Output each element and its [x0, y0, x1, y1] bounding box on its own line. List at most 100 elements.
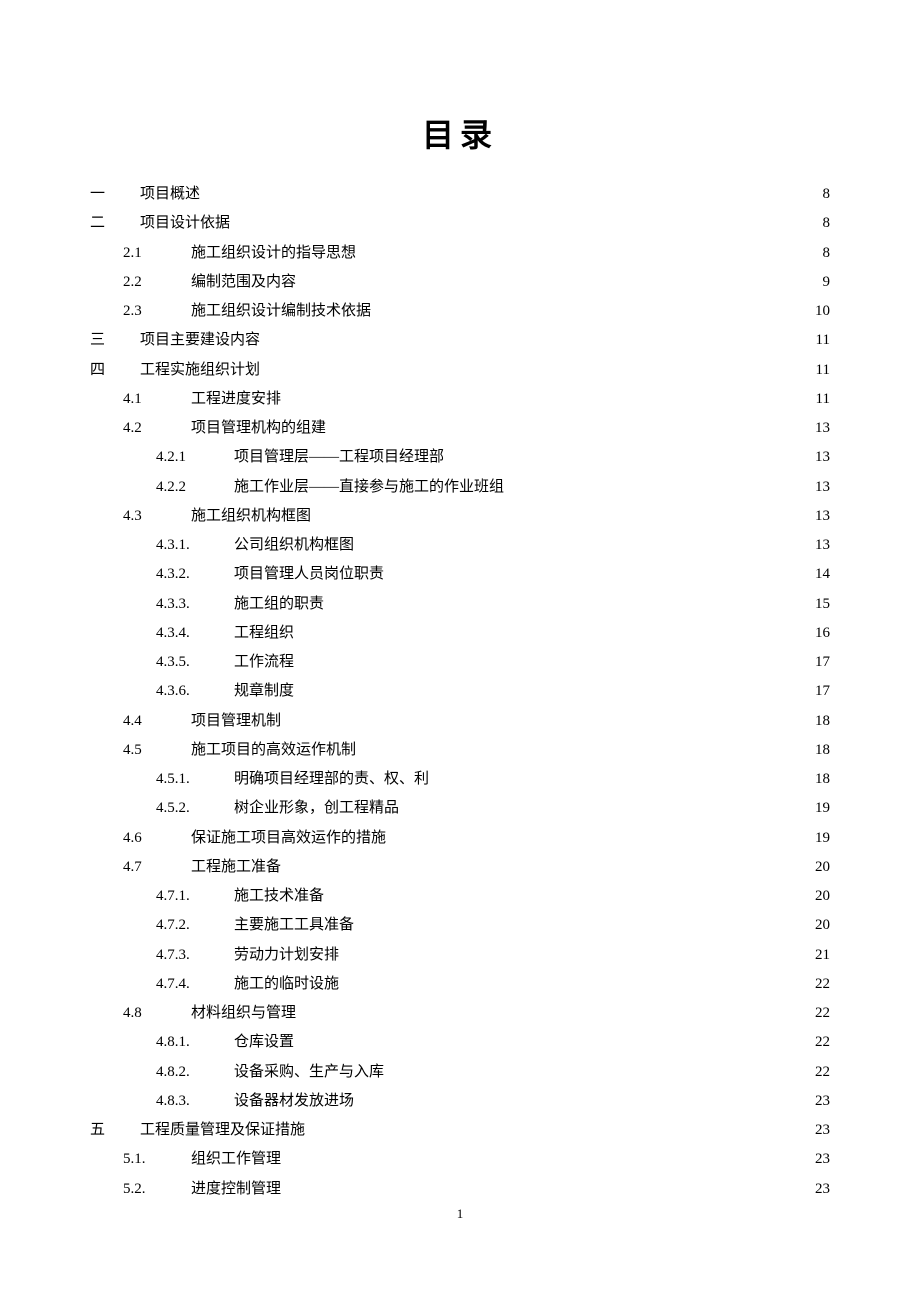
toc-entry[interactable]: 4.2.1项目管理层——工程项目经理部13	[90, 443, 830, 472]
toc-entry-label: 项目管理层——工程项目经理部	[234, 443, 444, 472]
toc-entry-number: 4.2.2	[156, 473, 234, 502]
toc-entry-number: 4.3.4.	[156, 619, 234, 648]
toc-list: 一项目概述8二项目设计依据82.1施工组织设计的指导思想82.2编制范围及内容9…	[90, 180, 830, 1204]
toc-entry-number: 4.8	[123, 999, 191, 1028]
toc-entry-label: 工程质量管理及保证措施	[140, 1116, 305, 1145]
toc-entry[interactable]: 4.7.4.施工的临时设施22	[90, 970, 830, 999]
toc-entry-page: 20	[811, 882, 830, 911]
toc-leader-dots	[328, 885, 807, 900]
page-number: 1	[0, 1206, 920, 1222]
toc-entry-number: 4.1	[123, 385, 191, 414]
toc-entry[interactable]: 2.3施工组织设计编制技术依据10	[90, 297, 830, 326]
toc-entry[interactable]: 4.7工程施工准备 20	[90, 853, 830, 882]
toc-entry-number: 4.7	[123, 853, 191, 882]
toc-entry[interactable]: 五工程质量管理及保证措施23	[90, 1116, 830, 1145]
toc-entry[interactable]: 二项目设计依据8	[90, 209, 830, 238]
toc-entry[interactable]: 4.5.1.明确项目经理部的责、权、利18	[90, 765, 830, 794]
toc-entry-page: 18	[811, 736, 830, 765]
toc-entry[interactable]: 4.3.4.工程组织16	[90, 619, 830, 648]
document-page: 目录 一项目概述8二项目设计依据82.1施工组织设计的指导思想82.2编制范围及…	[0, 0, 920, 1302]
toc-entry[interactable]: 4.8.2.设备采购、生产与入库22	[90, 1058, 830, 1087]
toc-entry[interactable]: 4.3.3.施工组的职责15	[90, 590, 830, 619]
toc-entry-label: 施工组织机构框图	[191, 502, 311, 531]
toc-entry[interactable]: 4.7.1.施工技术准备20	[90, 882, 830, 911]
toc-entry-number: 4.6	[123, 824, 191, 853]
toc-entry-page: 11	[812, 385, 830, 414]
toc-entry[interactable]: 四工程实施组织计划11	[90, 356, 830, 385]
toc-entry[interactable]: 5.1.组织工作管理23	[90, 1145, 830, 1174]
toc-entry[interactable]: 4.2项目管理机构的组建13	[90, 414, 830, 443]
toc-entry[interactable]: 4.6保证施工项目高效运作的措施19	[90, 824, 830, 853]
toc-entry[interactable]: 4.1工程进度安排11	[90, 385, 830, 414]
toc-leader-dots	[285, 1178, 807, 1193]
toc-entry-label: 项目管理机构的组建	[191, 414, 326, 443]
toc-leader-dots	[300, 271, 814, 286]
toc-entry[interactable]: 4.8.1.仓库设置22	[90, 1028, 830, 1057]
toc-entry-number: 一	[90, 180, 140, 209]
toc-entry-page: 20	[811, 911, 830, 940]
toc-entry-label: 进度控制管理	[191, 1175, 281, 1204]
toc-entry[interactable]: 5.2.进度控制管理23	[90, 1175, 830, 1204]
toc-entry[interactable]: 4.8.3.设备器材发放进场23	[90, 1087, 830, 1116]
toc-leader-dots	[358, 534, 807, 549]
toc-leader-dots	[390, 827, 807, 842]
toc-entry-label: 项目概述	[140, 180, 200, 209]
toc-entry-page: 15	[811, 590, 830, 619]
toc-entry[interactable]: 4.3.5.工作流程17	[90, 648, 830, 677]
toc-entry[interactable]: 4.2.2施工作业层——直接参与施工的作业班组13	[90, 473, 830, 502]
toc-entry-number: 4.3.3.	[156, 590, 234, 619]
toc-entry[interactable]: 4.3施工组织机构框图13	[90, 502, 830, 531]
toc-entry-page: 23	[811, 1116, 830, 1145]
toc-entry[interactable]: 4.3.6.规章制度17	[90, 677, 830, 706]
toc-entry-label: 施工作业层——直接参与施工的作业班组	[234, 473, 504, 502]
toc-entry-label: 设备器材发放进场	[234, 1087, 354, 1116]
toc-entry[interactable]: 2.2编制范围及内容9	[90, 268, 830, 297]
toc-entry-label: 主要施工工具准备	[234, 911, 354, 940]
toc-entry-label: 公司组织机构框图	[234, 531, 354, 560]
toc-entry-number: 4.5.1.	[156, 765, 234, 794]
toc-leader-dots	[234, 212, 814, 227]
toc-entry-page: 22	[811, 1028, 830, 1057]
toc-entry[interactable]: 4.4项目管理机制18	[90, 707, 830, 736]
toc-leader-dots	[285, 1148, 807, 1163]
toc-entry-number: 4.5.2.	[156, 794, 234, 823]
toc-entry[interactable]: 4.5.2.树企业形象，创工程精品19	[90, 794, 830, 823]
toc-entry[interactable]: 2.1施工组织设计的指导思想8	[90, 239, 830, 268]
toc-entry[interactable]: 4.8材料组织与管理22	[90, 999, 830, 1028]
toc-entry[interactable]: 一项目概述8	[90, 180, 830, 209]
toc-entry-page: 11	[812, 326, 830, 355]
toc-leader-dots	[508, 476, 807, 491]
toc-leader-dots	[298, 680, 807, 695]
toc-entry[interactable]: 4.3.1.公司组织机构框图13	[90, 531, 830, 560]
toc-entry-label: 仓库设置	[234, 1028, 294, 1057]
toc-entry[interactable]: 三项目主要建设内容 11	[90, 326, 830, 355]
toc-entry-page: 21	[811, 941, 830, 970]
toc-leader-dots	[360, 739, 807, 754]
toc-entry-number: 4.7.2.	[156, 911, 234, 940]
toc-entry[interactable]: 4.7.3.劳动力计划安排21	[90, 941, 830, 970]
toc-entry-number: 4.8.2.	[156, 1058, 234, 1087]
toc-entry-number: 2.2	[123, 268, 191, 297]
toc-entry-page: 10	[811, 297, 830, 326]
toc-entry[interactable]: 4.7.2.主要施工工具准备 20	[90, 911, 830, 940]
toc-entry-page: 23	[811, 1087, 830, 1116]
toc-entry-page: 23	[811, 1145, 830, 1174]
toc-entry-label: 劳动力计划安排	[234, 941, 339, 970]
toc-entry-label: 树企业形象，创工程精品	[234, 794, 399, 823]
toc-entry-page: 20	[811, 853, 830, 882]
toc-leader-dots	[403, 797, 807, 812]
toc-entry-page: 19	[811, 824, 830, 853]
toc-entry-label: 工程施工准备	[191, 853, 281, 882]
toc-entry[interactable]: 4.5施工项目的高效运作机制18	[90, 736, 830, 765]
toc-entry-label: 明确项目经理部的责、权、利	[234, 765, 429, 794]
toc-entry[interactable]: 4.3.2.项目管理人员岗位职责14	[90, 560, 830, 589]
toc-leader-dots	[285, 388, 808, 403]
toc-entry-number: 4.2	[123, 414, 191, 443]
toc-entry-label: 项目主要建设内容	[140, 326, 260, 355]
toc-leader-dots	[298, 1031, 807, 1046]
toc-entry-number: 4.3.6.	[156, 677, 234, 706]
toc-entry-label: 设备采购、生产与入库	[234, 1058, 384, 1087]
toc-entry-number: 三	[90, 326, 140, 355]
toc-entry-label: 材料组织与管理	[191, 999, 296, 1028]
toc-leader-dots	[298, 622, 807, 637]
